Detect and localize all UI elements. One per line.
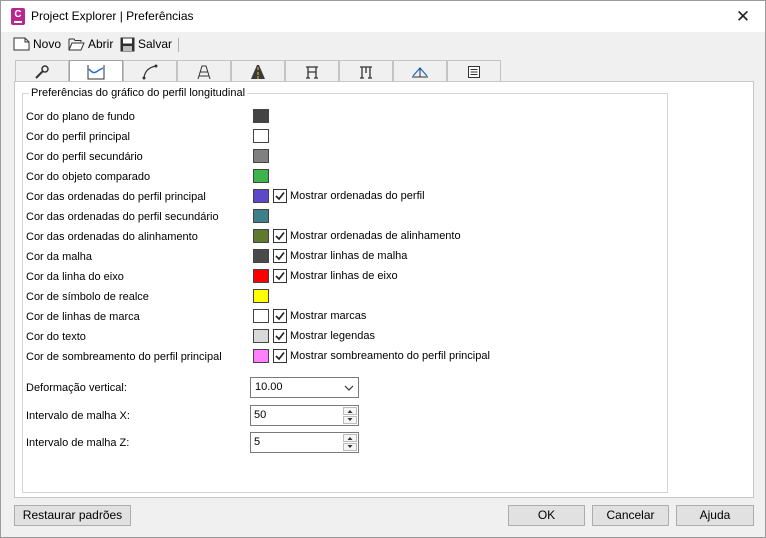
toolbar-separator bbox=[178, 38, 179, 52]
show-grid-lines-checkbox[interactable] bbox=[273, 249, 287, 263]
color-swatch[interactable] bbox=[253, 149, 269, 163]
civil-3d-app-icon: C bbox=[11, 8, 25, 25]
title-bar: C Project Explorer | Preferências ✕ bbox=[1, 1, 765, 32]
category-tabs bbox=[15, 60, 501, 83]
open-button[interactable]: Abrir bbox=[68, 35, 113, 53]
show-profile-ordinates-checkbox[interactable] bbox=[273, 189, 287, 203]
color-swatch[interactable] bbox=[253, 329, 269, 343]
alignment-curve-icon bbox=[142, 64, 158, 79]
new-button[interactable]: Novo bbox=[13, 35, 61, 53]
close-button[interactable]: ✕ bbox=[721, 1, 765, 32]
tab-road[interactable] bbox=[231, 60, 285, 82]
grid-x-interval-spinner[interactable]: 50 bbox=[250, 405, 359, 426]
road-icon bbox=[251, 64, 265, 79]
preferences-panel: Preferências do gráfico do perfil longit… bbox=[14, 81, 754, 498]
triangle-up-icon bbox=[347, 437, 353, 440]
grid-z-interval-value: 5 bbox=[254, 436, 261, 448]
vertical-exaggeration-label: Deformação vertical: bbox=[26, 382, 127, 394]
tab-structure[interactable] bbox=[285, 60, 339, 82]
tab-profile-view[interactable] bbox=[69, 60, 123, 83]
color-swatch[interactable] bbox=[253, 209, 269, 223]
tab-corridor[interactable] bbox=[177, 60, 231, 82]
grid-x-interval-value: 50 bbox=[254, 409, 267, 421]
tab-alignment[interactable] bbox=[123, 60, 177, 82]
toolbar: Novo Abrir Salvar bbox=[1, 32, 765, 56]
grid-z-interval-spinner[interactable]: 5 bbox=[250, 432, 359, 453]
restore-defaults-button[interactable]: Restaurar padrões bbox=[14, 505, 131, 526]
open-label: Abrir bbox=[88, 37, 114, 51]
color-swatch[interactable] bbox=[253, 349, 269, 363]
show-marks-checkbox[interactable] bbox=[273, 309, 287, 323]
checkmark-icon bbox=[275, 332, 285, 341]
color-swatch[interactable] bbox=[253, 109, 269, 123]
color-swatch[interactable] bbox=[253, 309, 269, 323]
help-button[interactable]: Ajuda bbox=[676, 505, 754, 526]
spin-up-button[interactable] bbox=[343, 407, 357, 415]
window-title: Project Explorer | Preferências bbox=[31, 9, 194, 23]
color-swatch[interactable] bbox=[253, 169, 269, 183]
checkmark-icon bbox=[275, 192, 285, 201]
checkmark-icon bbox=[275, 252, 285, 261]
new-file-icon bbox=[13, 37, 30, 51]
structure-icon bbox=[306, 65, 318, 79]
triangle-down-icon bbox=[347, 418, 353, 421]
surface-icon bbox=[412, 66, 428, 77]
spin-down-button[interactable] bbox=[343, 416, 357, 424]
structure-alt-icon bbox=[360, 65, 372, 79]
vertical-exaggeration-dropdown[interactable]: 10.00 bbox=[250, 377, 359, 398]
show-alignment-ordinates-checkbox[interactable] bbox=[273, 229, 287, 243]
cancel-button[interactable]: Cancelar bbox=[592, 505, 669, 526]
grid-x-interval-label: Intervalo de malha X: bbox=[26, 410, 130, 422]
color-swatch[interactable] bbox=[253, 249, 269, 263]
show-axis-lines-checkbox[interactable] bbox=[273, 269, 287, 283]
checkmark-icon bbox=[275, 232, 285, 241]
grid-z-interval-label: Intervalo de malha Z: bbox=[26, 437, 130, 449]
group-title: Preferências do gráfico do perfil longit… bbox=[29, 87, 248, 99]
wrench-icon bbox=[35, 64, 49, 79]
triangle-down-icon bbox=[347, 445, 353, 448]
color-swatch[interactable] bbox=[253, 229, 269, 243]
checkmark-icon bbox=[275, 312, 285, 321]
floppy-disk-icon bbox=[120, 37, 135, 51]
tab-surface[interactable] bbox=[393, 60, 447, 82]
color-swatch[interactable] bbox=[253, 269, 269, 283]
spin-up-button[interactable] bbox=[343, 434, 357, 442]
checkmark-icon bbox=[275, 272, 285, 281]
preferences-dialog: C Project Explorer | Preferências ✕ Novo… bbox=[0, 0, 766, 538]
show-main-profile-shading-checkbox[interactable] bbox=[273, 349, 287, 363]
color-swatch[interactable] bbox=[253, 289, 269, 303]
tab-list[interactable] bbox=[447, 60, 501, 82]
tab-structure-alt[interactable] bbox=[339, 60, 393, 82]
profile-view-icon bbox=[87, 65, 105, 80]
save-label: Salvar bbox=[138, 37, 173, 51]
color-swatch[interactable] bbox=[253, 129, 269, 143]
vertical-exaggeration-value: 10.00 bbox=[255, 381, 283, 393]
checkmark-icon bbox=[275, 352, 285, 361]
ok-button[interactable]: OK bbox=[508, 505, 585, 526]
corridor-icon bbox=[197, 65, 211, 79]
spin-down-button[interactable] bbox=[343, 443, 357, 451]
triangle-up-icon bbox=[347, 410, 353, 413]
save-button[interactable]: Salvar bbox=[120, 35, 172, 53]
open-folder-icon bbox=[68, 38, 85, 51]
tab-general[interactable] bbox=[15, 60, 69, 82]
profile-graph-preferences-group: Preferências do gráfico do perfil longit… bbox=[22, 87, 668, 493]
chevron-down-icon bbox=[344, 385, 354, 391]
new-label: Novo bbox=[33, 37, 62, 51]
list-icon bbox=[468, 65, 480, 78]
color-swatch[interactable] bbox=[253, 189, 269, 203]
show-labels-checkbox[interactable] bbox=[273, 329, 287, 343]
